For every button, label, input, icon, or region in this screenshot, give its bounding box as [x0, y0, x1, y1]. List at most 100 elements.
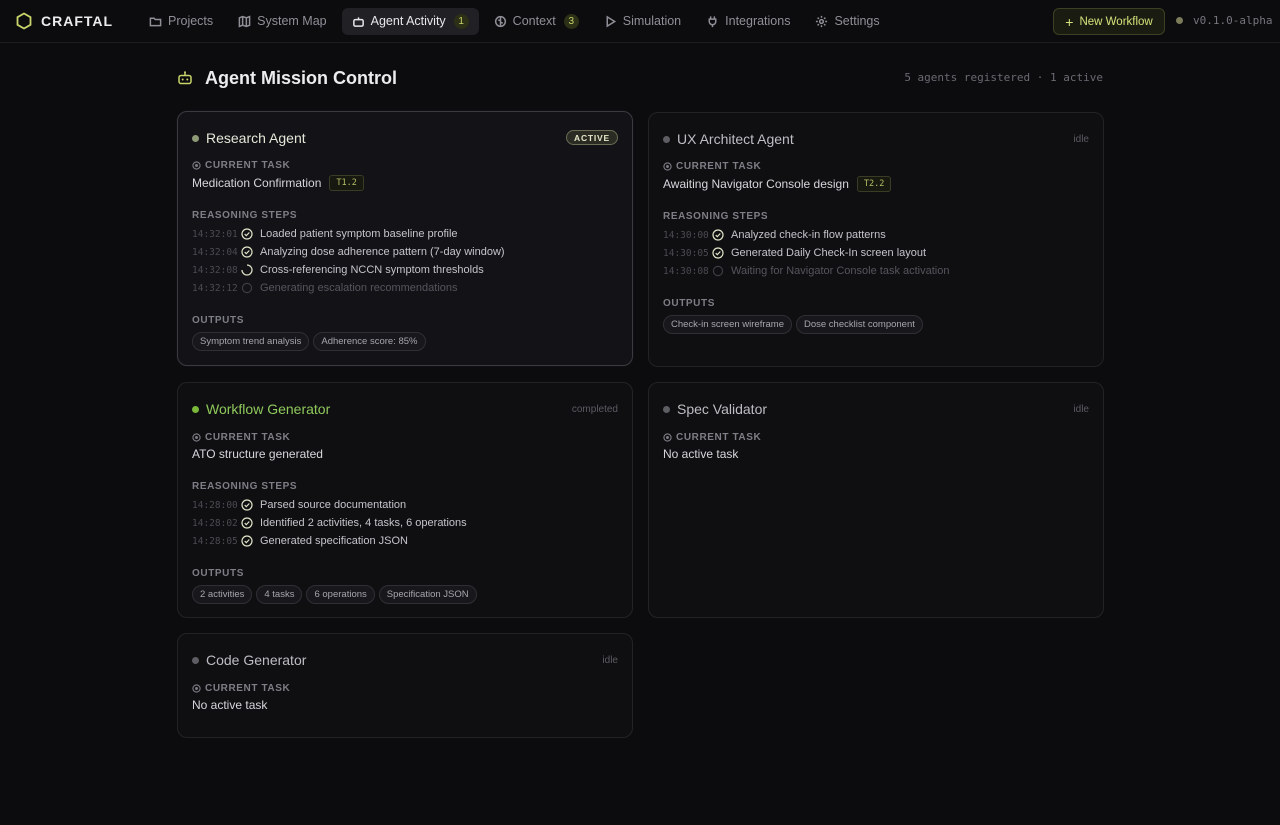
check-circle-icon: [241, 246, 253, 258]
agent-name: Spec Validator: [677, 401, 768, 417]
step-time: 14:30:00: [663, 229, 709, 241]
reasoning-steps: 14:32:01 Loaded patient symptom baseline…: [192, 225, 618, 297]
reasoning-steps-label: REASONING STEPS: [192, 210, 298, 221]
page-header: Agent Mission Control 5 agents registere…: [177, 66, 1103, 90]
status-dot: [663, 405, 670, 413]
pending-circle-icon: [241, 282, 253, 294]
current-task: Awaiting Navigator Console design T2.2: [663, 176, 892, 192]
status-label: idle: [1073, 403, 1089, 415]
status-badge: ACTIVE: [566, 130, 618, 145]
reasoning-step: 14:32:08 Cross-referencing NCCN symptom …: [192, 261, 618, 279]
nav-item-label: Settings: [834, 14, 880, 28]
current-task-label: CURRENT TASK: [663, 432, 761, 443]
step-text: Analyzed check-in flow patterns: [731, 229, 886, 241]
current-task: No active task: [663, 447, 738, 461]
nav-item-label: Context: [512, 14, 556, 28]
count-badge: 1: [453, 13, 469, 29]
nav-item-context[interactable]: Context 3: [484, 8, 589, 35]
bot-icon: [178, 71, 192, 85]
count-badge: 3: [563, 13, 579, 29]
task-name: No active task: [192, 698, 268, 712]
nav-tabs: Projects System Map Agent Activity 1 Con…: [139, 0, 895, 43]
status-dot: [192, 405, 199, 413]
task-tag: T2.2: [856, 176, 892, 192]
status-dot: [192, 656, 199, 664]
reasoning-step: 14:28:00 Parsed source documentation: [192, 496, 618, 514]
check-circle-icon: [241, 535, 253, 547]
nav-item-projects[interactable]: Projects: [139, 8, 223, 35]
new-workflow-button[interactable]: + New Workflow: [1053, 8, 1165, 35]
status-label: idle: [1073, 133, 1089, 145]
plug-icon: [708, 15, 717, 27]
current-task: ATO structure generated: [192, 447, 323, 461]
version-label: v0.1.0-alpha: [1193, 14, 1273, 27]
current-task-label: CURRENT TASK: [192, 683, 290, 694]
reasoning-step: 14:28:05 Generated specification JSON: [192, 532, 618, 550]
step-time: 14:32:01: [192, 228, 238, 240]
target-icon: [192, 433, 201, 442]
nav-item-system-map[interactable]: System Map: [228, 8, 336, 35]
bot-icon: [352, 16, 364, 27]
target-icon: [192, 161, 201, 170]
section-label: CURRENT TASK: [205, 683, 291, 694]
reasoning-step: 14:30:00 Analyzed check-in flow patterns: [663, 226, 1089, 244]
outputs: Check-in screen wireframe Dose checklist…: [663, 315, 1089, 334]
agent-card-spec-validator[interactable]: Spec Validator idle CURRENT TASK No acti…: [648, 382, 1104, 618]
nav-item-integrations[interactable]: Integrations: [696, 8, 800, 35]
step-time: 14:30:08: [663, 265, 709, 277]
output-chip[interactable]: 2 activities: [192, 585, 253, 604]
new-workflow-label: New Workflow: [1079, 15, 1153, 28]
output-chip[interactable]: Symptom trend analysis: [192, 332, 310, 351]
step-time: 14:28:00: [192, 499, 238, 511]
folder-icon: [149, 17, 162, 26]
reasoning-steps-label: REASONING STEPS: [663, 211, 769, 222]
reasoning-step: 14:30:05 Generated Daily Check-In screen…: [663, 244, 1089, 262]
nav-item-settings[interactable]: Settings: [805, 8, 889, 35]
step-text: Loaded patient symptom baseline profile: [260, 228, 458, 240]
step-text: Generated Daily Check-In screen layout: [731, 247, 927, 259]
output-chip[interactable]: 4 tasks: [256, 585, 303, 604]
brand[interactable]: CRAFTAL: [15, 12, 139, 30]
step-time: 14:32:04: [192, 246, 238, 258]
task-name: No active task: [663, 447, 739, 461]
output-chip[interactable]: Adherence score: 85%: [313, 332, 426, 351]
nav-item-label: Simulation: [622, 14, 682, 28]
current-task: Medication Confirmation T1.2: [192, 175, 364, 191]
brain-icon: [494, 15, 506, 27]
nav-item-agent-activity[interactable]: Agent Activity 1: [341, 7, 479, 35]
agent-card-workflow-generator[interactable]: Workflow Generator completed CURRENT TAS…: [177, 382, 633, 618]
top-nav: CRAFTAL Projects System Map Agent Activi…: [0, 0, 1280, 43]
agent-card-ux-architect-agent[interactable]: UX Architect Agent idle CURRENT TASK Awa…: [648, 112, 1104, 367]
brand-name: CRAFTAL: [41, 13, 114, 29]
outputs: 2 activities 4 tasks 6 operations Specif…: [192, 585, 618, 604]
step-time: 14:28:05: [192, 535, 238, 547]
agent-card-research-agent[interactable]: Research Agent ACTIVE CURRENT TASK Medic…: [177, 111, 633, 366]
reasoning-step: 14:32:01 Loaded patient symptom baseline…: [192, 225, 618, 243]
reasoning-step: 14:30:08 Waiting for Navigator Console t…: [663, 262, 1089, 280]
nav-item-label: Agent Activity: [370, 14, 446, 28]
section-label: CURRENT TASK: [205, 160, 291, 171]
task-name: Medication Confirmation: [192, 176, 322, 190]
target-icon: [663, 162, 672, 171]
check-circle-icon: [241, 499, 253, 511]
output-chip[interactable]: 6 operations: [306, 585, 375, 604]
check-circle-icon: [241, 517, 253, 529]
output-chip[interactable]: Check-in screen wireframe: [663, 315, 792, 334]
reasoning-steps: 14:30:00 Analyzed check-in flow patterns…: [663, 226, 1089, 280]
step-text: Analyzing dose adherence pattern (7-day …: [260, 246, 505, 258]
nav-item-label: Projects: [168, 14, 214, 28]
map-icon: [238, 15, 251, 27]
output-chip[interactable]: Dose checklist component: [795, 315, 923, 334]
section-label: CURRENT TASK: [676, 161, 762, 172]
step-time: 14:30:05: [663, 247, 709, 259]
status-label: idle: [602, 654, 618, 666]
step-text: Identified 2 activities, 4 tasks, 6 oper…: [260, 517, 467, 529]
output-chip[interactable]: Specification JSON: [378, 585, 477, 604]
nav-item-simulation[interactable]: Simulation: [594, 8, 691, 35]
outputs-label: OUTPUTS: [192, 568, 244, 579]
reasoning-steps-label: REASONING STEPS: [192, 481, 298, 492]
check-circle-icon: [712, 229, 724, 241]
agent-card-code-generator[interactable]: Code Generator idle CURRENT TASK No acti…: [177, 633, 633, 738]
connection-status-dot: [1176, 17, 1183, 24]
current-task-label: CURRENT TASK: [663, 161, 761, 172]
